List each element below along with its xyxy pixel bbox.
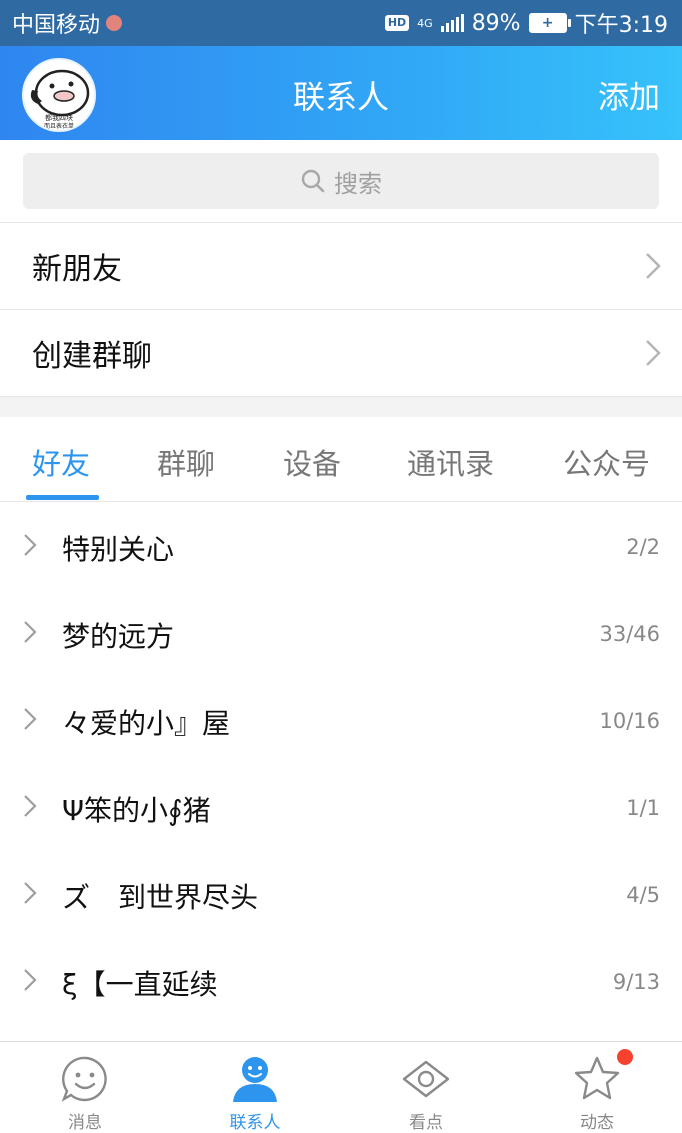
group-count: 33/46	[599, 622, 660, 646]
chevron-right-icon	[24, 621, 37, 643]
nav-label: 消息	[68, 1113, 102, 1133]
nav-feed[interactable]: 动态	[537, 1042, 657, 1133]
chevron-right-icon	[24, 708, 37, 730]
clock: 下午3:19	[574, 13, 668, 38]
section-divider	[0, 396, 682, 418]
list-item[interactable]: Ψ笨的小∮猪 1/1	[0, 763, 682, 850]
tab-friends[interactable]: 好友	[32, 441, 90, 483]
menu-item-new-friends[interactable]: 新朋友	[0, 223, 682, 310]
menu-item-label: 新朋友	[32, 252, 122, 287]
contact-tabs: 好友 群聊 设备 通讯录 公众号	[0, 417, 682, 502]
signal-icon	[440, 14, 464, 32]
search-area: 搜索	[0, 140, 682, 223]
list-item[interactable]: ズ 到世界尽头 4/5	[0, 850, 682, 937]
status-bar: 中国移动 HD 4G 89% + 下午3:19	[0, 0, 682, 46]
network-type: 4G	[417, 16, 433, 30]
nav-label: 联系人	[229, 1113, 281, 1133]
search-icon	[301, 169, 325, 193]
bottom-nav: 消息 联系人 看点 动态	[0, 1041, 682, 1133]
list-item[interactable]: ξ【一直延续 9/13	[0, 937, 682, 1024]
smiley-bubble-icon	[61, 1056, 107, 1102]
tab-groups[interactable]: 群聊	[157, 441, 215, 483]
tab-address-book[interactable]: 通讯录	[407, 441, 494, 483]
active-tab-indicator	[26, 495, 99, 500]
carrier: 中国移动	[12, 7, 123, 39]
group-count: 4/5	[626, 883, 660, 907]
status-indicators: HD 4G 89% + 下午3:19	[384, 7, 668, 39]
group-count: 9/13	[612, 970, 660, 994]
notification-badge	[617, 1049, 633, 1065]
chevron-right-icon	[24, 534, 37, 556]
group-name: 梦的远方	[62, 620, 175, 653]
chevron-right-icon	[646, 253, 661, 279]
nav-messages[interactable]: 消息	[25, 1042, 145, 1133]
person-icon	[233, 1057, 277, 1102]
hd-badge: HD	[384, 15, 410, 31]
carrier-badge-icon	[106, 15, 123, 31]
nav-label: 看点	[409, 1113, 443, 1133]
list-item[interactable]: 梦的远方 33/46	[0, 589, 682, 676]
nav-label: 动态	[580, 1113, 614, 1133]
group-name: 々爱的小』屋	[62, 707, 231, 740]
group-count: 2/2	[626, 535, 660, 559]
nav-contacts[interactable]: 联系人	[195, 1042, 315, 1133]
search-placeholder: 搜索	[334, 169, 382, 198]
chevron-right-icon	[24, 882, 37, 904]
page-title: 联系人	[292, 78, 389, 116]
eye-icon	[402, 1060, 450, 1098]
chevron-right-icon	[646, 340, 661, 366]
group-name: Ψ笨的小∮猪	[62, 794, 211, 827]
list-item[interactable]: 々爱的小』屋 10/16	[0, 676, 682, 763]
group-name: ξ【一直延续	[62, 968, 218, 1001]
menu-item-create-group[interactable]: 创建群聊	[0, 310, 682, 397]
group-count: 1/1	[626, 796, 660, 820]
battery-percent: 89%	[471, 10, 521, 36]
group-count: 10/16	[599, 709, 660, 733]
star-icon	[574, 1056, 620, 1100]
carrier-name: 中国移动	[12, 13, 101, 38]
battery-icon: +	[528, 13, 571, 33]
chevron-right-icon	[24, 795, 37, 817]
nav-discover[interactable]: 看点	[366, 1042, 486, 1133]
search-input[interactable]: 搜索	[23, 153, 659, 209]
tab-devices[interactable]: 设备	[283, 441, 341, 483]
group-name: ズ 到世界尽头	[62, 881, 259, 914]
add-button[interactable]: 添加	[598, 72, 660, 117]
list-item[interactable]: 特别关心 2/2	[0, 502, 682, 589]
chevron-right-icon	[24, 969, 37, 991]
tab-official-accounts[interactable]: 公众号	[563, 441, 650, 483]
app-header: 都我四块 而且表衣单 联系人 添加	[0, 46, 682, 140]
avatar-caption-2: 而且表衣单	[44, 122, 74, 130]
group-name: 特别关心	[62, 533, 175, 566]
menu-item-label: 创建群聊	[32, 339, 152, 374]
